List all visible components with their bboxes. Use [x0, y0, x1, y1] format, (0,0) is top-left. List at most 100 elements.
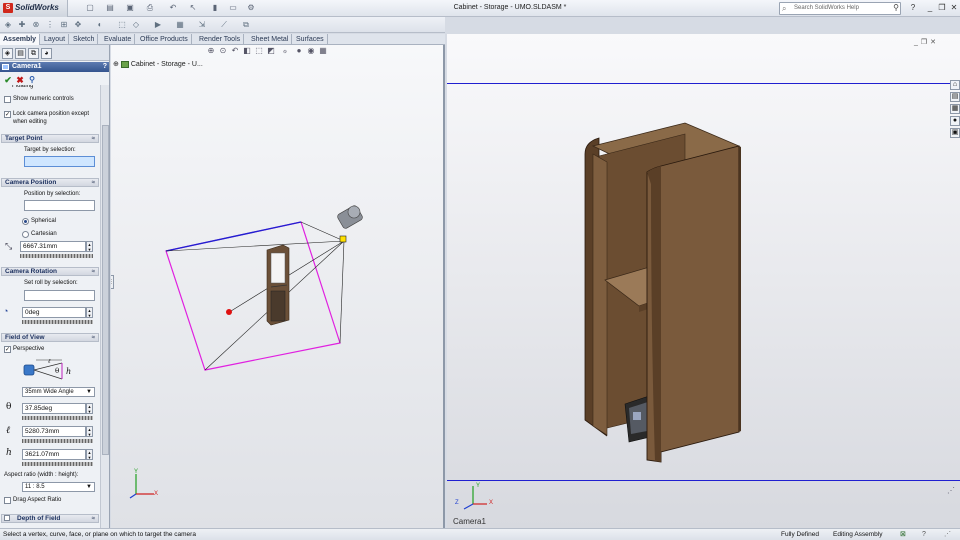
- smart-fasteners-icon[interactable]: ⊞: [59, 20, 69, 30]
- theta-input[interactable]: 37.85deg: [22, 403, 86, 414]
- undo-icon[interactable]: ↶: [168, 3, 178, 13]
- file-properties-icon[interactable]: ▭: [228, 3, 238, 13]
- select-arrow-icon[interactable]: ↖: [188, 3, 198, 13]
- close-icon[interactable]: ✕: [949, 3, 959, 13]
- new-motion-study-icon[interactable]: ▶: [153, 20, 163, 30]
- collapse-chevron-icon[interactable]: ≈: [92, 179, 95, 187]
- camera-rotation-section-header[interactable]: Camera Rotation ≈: [1, 267, 99, 276]
- h-slider[interactable]: [22, 462, 93, 466]
- search-go-icon[interactable]: ⚲: [893, 3, 899, 12]
- lens-type-select[interactable]: 35mm Wide Angle ▼: [22, 387, 95, 397]
- rebuild-icon[interactable]: ▮: [210, 3, 220, 13]
- distance-input[interactable]: 6667.31mm: [20, 241, 86, 252]
- ell-spinner[interactable]: ▲ ▼: [86, 426, 93, 437]
- distance-slider[interactable]: [20, 254, 93, 258]
- mate-icon[interactable]: ⊗: [31, 20, 41, 30]
- roll-spinner[interactable]: ▲ ▼: [86, 307, 93, 318]
- title-bar: S SolidWorks ▢ ▤ ▣ ⎙ ↶ ↖ ▮ ▭ ⚙ Cabinet -…: [0, 0, 960, 17]
- move-component-icon[interactable]: ✥: [73, 20, 83, 30]
- configuration-manager-tab-icon[interactable]: ⧉: [28, 48, 39, 59]
- pm-scroll-thumb[interactable]: [102, 125, 109, 455]
- restore-icon[interactable]: ❐: [937, 3, 947, 13]
- status-grip-icon: ⋰: [944, 531, 951, 538]
- graphics-area-left[interactable]: ⊕ ⊙ ↶ ◧ ⬚ ◩ ℴ ● ◉ ▦ ⊕ Cabinet - Storage …: [111, 45, 445, 528]
- minimize-icon[interactable]: _: [925, 3, 935, 13]
- pm-scrollbar[interactable]: [100, 85, 109, 528]
- interference-detection-icon[interactable]: ⧉: [241, 20, 251, 30]
- reference-geometry-icon[interactable]: ◇: [131, 20, 141, 30]
- tab-surfaces[interactable]: Surfaces: [293, 34, 328, 45]
- solidworks-logo[interactable]: S SolidWorks: [0, 0, 68, 17]
- distance-spinner[interactable]: ▲ ▼: [86, 241, 93, 252]
- lock-camera-checkbox[interactable]: ✓: [4, 111, 11, 118]
- property-manager-tab-icon[interactable]: ▤: [15, 48, 26, 59]
- h-spinner[interactable]: ▲ ▼: [86, 449, 93, 460]
- insert-components-icon[interactable]: ✚: [17, 20, 27, 30]
- drag-aspect-ratio-label: Drag Aspect Ratio: [13, 497, 62, 503]
- cancel-x-icon[interactable]: ✖: [15, 75, 25, 85]
- expand-chevron-icon[interactable]: ≈: [92, 515, 95, 523]
- help-search-input[interactable]: ⌕ Search SolidWorks Help ⚲: [779, 2, 901, 15]
- exploded-view-icon[interactable]: ⇲: [197, 20, 207, 30]
- h-input[interactable]: 3621.07mm: [22, 449, 86, 460]
- pushpin-icon[interactable]: ⚲: [27, 75, 37, 85]
- display-manager-tab-icon[interactable]: ◕: [41, 48, 52, 59]
- feature-manager-tab-icon[interactable]: ◈: [2, 48, 13, 59]
- field-of-view-section-header[interactable]: Field of View ≈: [1, 333, 99, 342]
- position-selection-box[interactable]: [24, 200, 95, 211]
- theta-spinner[interactable]: ▲ ▼: [86, 403, 93, 414]
- theta-slider[interactable]: [22, 416, 93, 420]
- tab-office-products[interactable]: Office Products: [137, 34, 192, 45]
- status-editing: Editing Assembly: [833, 531, 883, 538]
- new-document-icon[interactable]: ▢: [85, 3, 95, 13]
- options-gear-icon[interactable]: ⚙: [246, 3, 256, 13]
- collapse-chevron-icon[interactable]: ≈: [92, 135, 95, 143]
- save-icon[interactable]: ▣: [125, 3, 135, 13]
- tab-evaluate[interactable]: Evaluate: [101, 34, 136, 45]
- explode-line-sketch-icon[interactable]: ⟋: [219, 20, 229, 30]
- cartesian-radio[interactable]: [22, 231, 29, 238]
- aspect-ratio-select[interactable]: 11 : 8.5 ▼: [22, 482, 95, 492]
- quick-tips-icon[interactable]: ?: [922, 529, 926, 540]
- ell-slider[interactable]: [22, 439, 93, 443]
- perspective-checkbox[interactable]: ✓: [4, 346, 11, 353]
- collapse-chevron-icon[interactable]: ≈: [92, 334, 95, 342]
- tab-render-tools[interactable]: Render Tools: [196, 34, 245, 45]
- help-question-icon[interactable]: ?: [908, 3, 918, 13]
- depth-of-field-checkbox[interactable]: [4, 515, 10, 521]
- target-selection-box[interactable]: [24, 156, 95, 167]
- tab-assembly[interactable]: Assembly: [0, 34, 41, 45]
- assembly-features-icon[interactable]: ⬚: [117, 20, 127, 30]
- print-icon[interactable]: ⎙: [145, 3, 155, 13]
- target-by-selection-label: Target by selection:: [24, 147, 76, 153]
- tab-sketch[interactable]: Sketch: [70, 34, 99, 45]
- pm-help-icon[interactable]: ?: [103, 62, 107, 72]
- show-hidden-icon[interactable]: ◐: [95, 20, 105, 30]
- drag-aspect-ratio-checkbox[interactable]: [4, 497, 11, 504]
- fov-diagram-icon: θ h ℓ: [23, 358, 71, 380]
- component-icon[interactable]: ◈: [3, 20, 13, 30]
- open-folder-icon[interactable]: ▤: [105, 3, 115, 13]
- bill-of-materials-icon[interactable]: ▦: [175, 20, 185, 30]
- panel-splitter-handle[interactable]: ⋮: [111, 275, 114, 289]
- roll-selection-box[interactable]: [24, 290, 95, 301]
- collapse-chevron-icon[interactable]: ≈: [92, 268, 95, 276]
- svg-text:θ: θ: [55, 367, 59, 375]
- camera-position-section-header[interactable]: Camera Position ≈: [1, 178, 99, 187]
- target-point-section-header[interactable]: Target Point ≈: [1, 134, 99, 143]
- linear-pattern-icon[interactable]: ⋮: [45, 20, 55, 30]
- depth-of-field-section-header[interactable]: Depth of Field ≈: [1, 514, 99, 523]
- graphics-area-camera-view[interactable]: _❐✕ ⌂ ▤ ▦ ● ▣ Y X Z Camera1 ⋰: [447, 34, 960, 528]
- ell-input[interactable]: 5280.73mm: [22, 426, 86, 437]
- spherical-radio[interactable]: [22, 218, 29, 225]
- tab-layout[interactable]: Layout: [41, 34, 70, 45]
- camera-position-title: Camera Position: [5, 179, 57, 186]
- tab-sheet-metal[interactable]: Sheet Metal: [248, 34, 293, 45]
- ok-check-icon[interactable]: ✔: [3, 75, 13, 85]
- resize-grip-icon[interactable]: ⋰: [947, 486, 955, 495]
- roll-slider[interactable]: [22, 320, 93, 324]
- roll-input[interactable]: 0deg: [22, 307, 86, 318]
- roll-icon: ◔: [3, 306, 9, 316]
- rebuild-status-icon[interactable]: ⊠: [900, 529, 906, 540]
- show-numeric-controls-checkbox[interactable]: [4, 96, 11, 103]
